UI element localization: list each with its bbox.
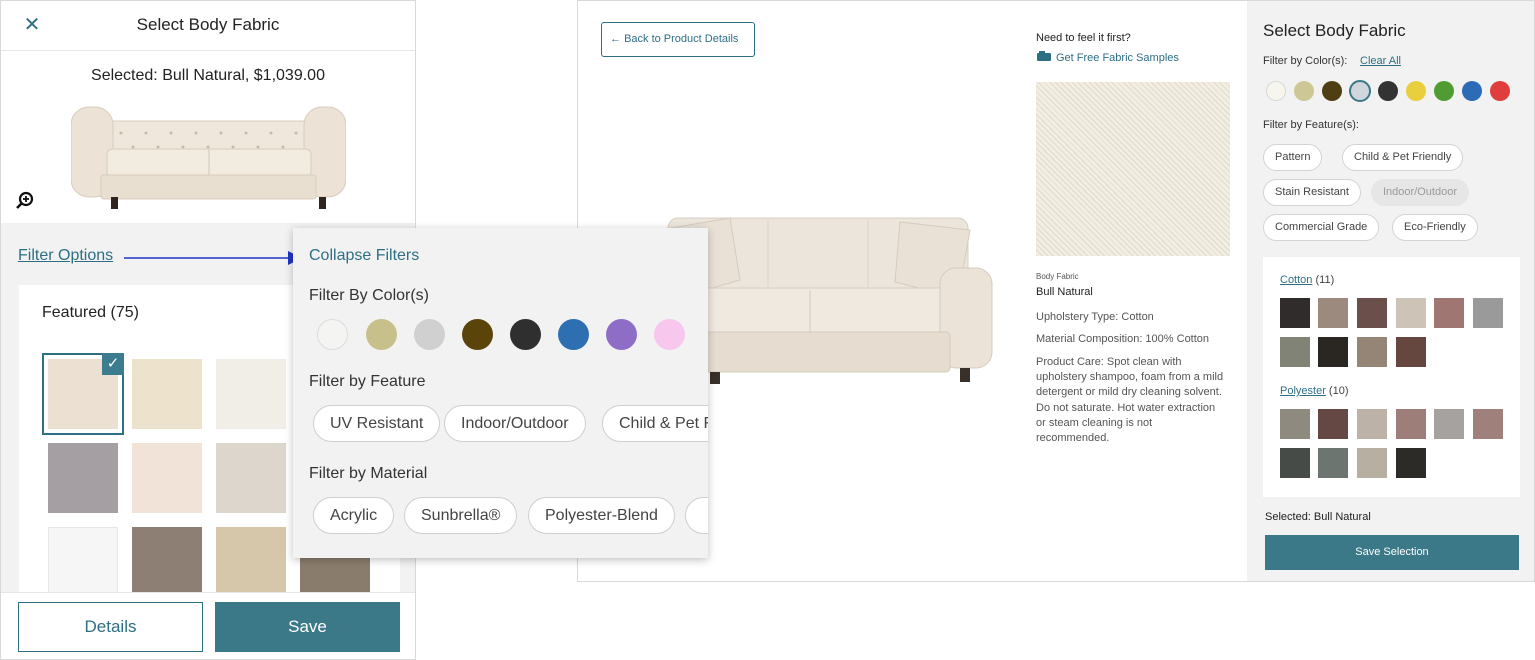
- material-polyester-blend[interactable]: Polyester-Blend: [528, 497, 675, 534]
- fabric-swatch[interactable]: [1357, 448, 1387, 478]
- color-filter-blue[interactable]: [1462, 81, 1482, 101]
- fabric-swatch[interactable]: [1396, 409, 1426, 439]
- filter-feature-label: Filter by Feature(s):: [1263, 119, 1359, 131]
- material-acrylic[interactable]: Acrylic: [313, 497, 395, 534]
- color-filter-gray-selected[interactable]: [1349, 80, 1371, 102]
- filters-popup: Collapse Filters Filter By Color(s) Filt…: [293, 228, 708, 558]
- save-button[interactable]: Save: [215, 602, 400, 652]
- color-filter-red[interactable]: [1490, 81, 1510, 101]
- sidebar-title: Select Body Fabric: [1263, 21, 1406, 40]
- featured-heading: Featured (75): [42, 304, 139, 321]
- filter-color-label: Filter by Color(s):: [1263, 55, 1348, 67]
- fabric-swatch-selected[interactable]: ✓: [42, 353, 124, 435]
- group-cotton-link[interactable]: Cotton: [1280, 274, 1312, 286]
- body-fabric-label: Body Fabric: [1036, 272, 1079, 281]
- color-filter-brown[interactable]: [462, 319, 493, 350]
- fabric-swatch[interactable]: [1473, 298, 1503, 328]
- zoom-icon[interactable]: [15, 191, 35, 211]
- feature-indoor-outdoor[interactable]: Indoor/Outdoor: [1371, 179, 1469, 206]
- fabric-swatch[interactable]: [1396, 448, 1426, 478]
- details-button[interactable]: Details: [18, 602, 203, 652]
- fabric-swatch[interactable]: [132, 443, 202, 513]
- fabric-swatch[interactable]: [1318, 448, 1348, 478]
- checkmark-icon: ✓: [102, 353, 124, 375]
- fabric-swatch[interactable]: [1434, 298, 1464, 328]
- fabric-swatch[interactable]: [1280, 448, 1310, 478]
- fabric-texture-image: [1036, 82, 1230, 256]
- filter-options-link[interactable]: Filter Options: [18, 247, 113, 265]
- fabric-swatch[interactable]: [216, 527, 286, 597]
- color-filter-green[interactable]: [1434, 81, 1454, 101]
- clear-all-link[interactable]: Clear All: [1360, 55, 1401, 67]
- upholstery-type: Upholstery Type: Cotton: [1036, 311, 1154, 323]
- free-samples-label: Get Free Fabric Samples: [1056, 52, 1179, 64]
- color-filter-black[interactable]: [1378, 81, 1398, 101]
- group-polyester: Polyester (10): [1280, 385, 1348, 397]
- fabric-swatch[interactable]: [1318, 409, 1348, 439]
- fabric-swatch[interactable]: [48, 443, 118, 513]
- color-filter-white[interactable]: [1266, 81, 1286, 101]
- fabric-swatch[interactable]: [132, 359, 202, 429]
- filter-feature-heading: Filter by Feature: [309, 373, 426, 390]
- filter-material-heading: Filter by Material: [309, 465, 428, 482]
- group-count: (11): [1315, 274, 1335, 286]
- filter-color-heading: Filter By Color(s): [309, 287, 430, 304]
- fabric-swatch[interactable]: [48, 527, 118, 597]
- feature-eco-friendly[interactable]: Eco-Friendly: [1392, 214, 1478, 241]
- arrow-right-icon: [124, 251, 302, 265]
- back-to-product-button[interactable]: ← Back to Product Details: [601, 22, 755, 57]
- color-filter-black[interactable]: [510, 319, 541, 350]
- feature-uv-resistant[interactable]: UV Resistant: [313, 405, 441, 442]
- feature-child-pet[interactable]: Child & Pet Friendly: [602, 405, 708, 442]
- fabric-swatch[interactable]: [1473, 409, 1503, 439]
- fabric-swatch[interactable]: [1396, 298, 1426, 328]
- selected-fabric-label: Selected: Bull Natural: [1265, 511, 1371, 523]
- fabric-swatch[interactable]: [1318, 337, 1348, 367]
- need-to-feel-text: Need to feel it first?: [1036, 32, 1131, 44]
- group-polyester-link[interactable]: Polyester: [1280, 385, 1326, 397]
- group-count: (10): [1328, 385, 1349, 397]
- fabric-swatch[interactable]: [216, 443, 286, 513]
- fabric-swatch[interactable]: [1357, 409, 1387, 439]
- fabric-swatch[interactable]: [1434, 409, 1464, 439]
- save-selection-button[interactable]: Save Selection: [1265, 535, 1519, 570]
- color-filter-purple[interactable]: [606, 319, 637, 350]
- color-filter-tan[interactable]: [1294, 81, 1314, 101]
- fabric-swatch[interactable]: [1396, 337, 1426, 367]
- feature-pattern[interactable]: Pattern: [1263, 144, 1323, 171]
- sofa-image: [71, 106, 346, 209]
- fabric-swatch[interactable]: [132, 527, 202, 597]
- fabric-swatch[interactable]: [1357, 298, 1387, 328]
- color-filter-yellow[interactable]: [1406, 81, 1426, 101]
- feature-stain-resistant[interactable]: Stain Resistant: [1263, 179, 1361, 206]
- selected-fabric-text: Selected: Bull Natural, $1,039.00: [91, 67, 325, 84]
- fabric-sample-icon: [1037, 51, 1051, 61]
- fabric-swatch[interactable]: [1318, 298, 1348, 328]
- feature-commercial-grade[interactable]: Commercial Grade: [1263, 214, 1380, 241]
- product-care: Product Care: Spot clean with upholstery…: [1036, 356, 1224, 445]
- fabric-swatch[interactable]: [1280, 409, 1310, 439]
- color-filter-gray[interactable]: [414, 319, 445, 350]
- feature-child-pet[interactable]: Child & Pet Friendly: [1342, 144, 1464, 171]
- fabric-swatch[interactable]: [1357, 337, 1387, 367]
- color-filter-pink[interactable]: [654, 319, 685, 350]
- back-button-label: Back to Product Details: [624, 33, 739, 45]
- material-composition: Material Composition: 100% Cotton: [1036, 333, 1210, 345]
- fabric-swatch[interactable]: [216, 359, 286, 429]
- color-filter-blue[interactable]: [558, 319, 589, 350]
- mobile-title: Select Body Fabric: [136, 15, 280, 34]
- fabric-swatch[interactable]: [1280, 337, 1310, 367]
- feature-indoor-outdoor[interactable]: Indoor/Outdoor: [444, 405, 586, 442]
- arrow-left-icon: ←: [610, 33, 625, 45]
- collapse-filters-link[interactable]: Collapse Filters: [309, 247, 419, 265]
- material-sunbrella[interactable]: Sunbrella®: [404, 497, 518, 534]
- color-filter-white[interactable]: [317, 319, 348, 350]
- group-cotton: Cotton (11): [1280, 274, 1334, 286]
- material-more[interactable]: [685, 497, 708, 534]
- fabric-name: Bull Natural: [1036, 286, 1093, 298]
- fabric-swatch[interactable]: [1280, 298, 1310, 328]
- color-filter-brown[interactable]: [1322, 81, 1342, 101]
- color-filter-tan[interactable]: [366, 319, 397, 350]
- free-samples-link[interactable]: Get Free Fabric Samples: [1036, 51, 1179, 64]
